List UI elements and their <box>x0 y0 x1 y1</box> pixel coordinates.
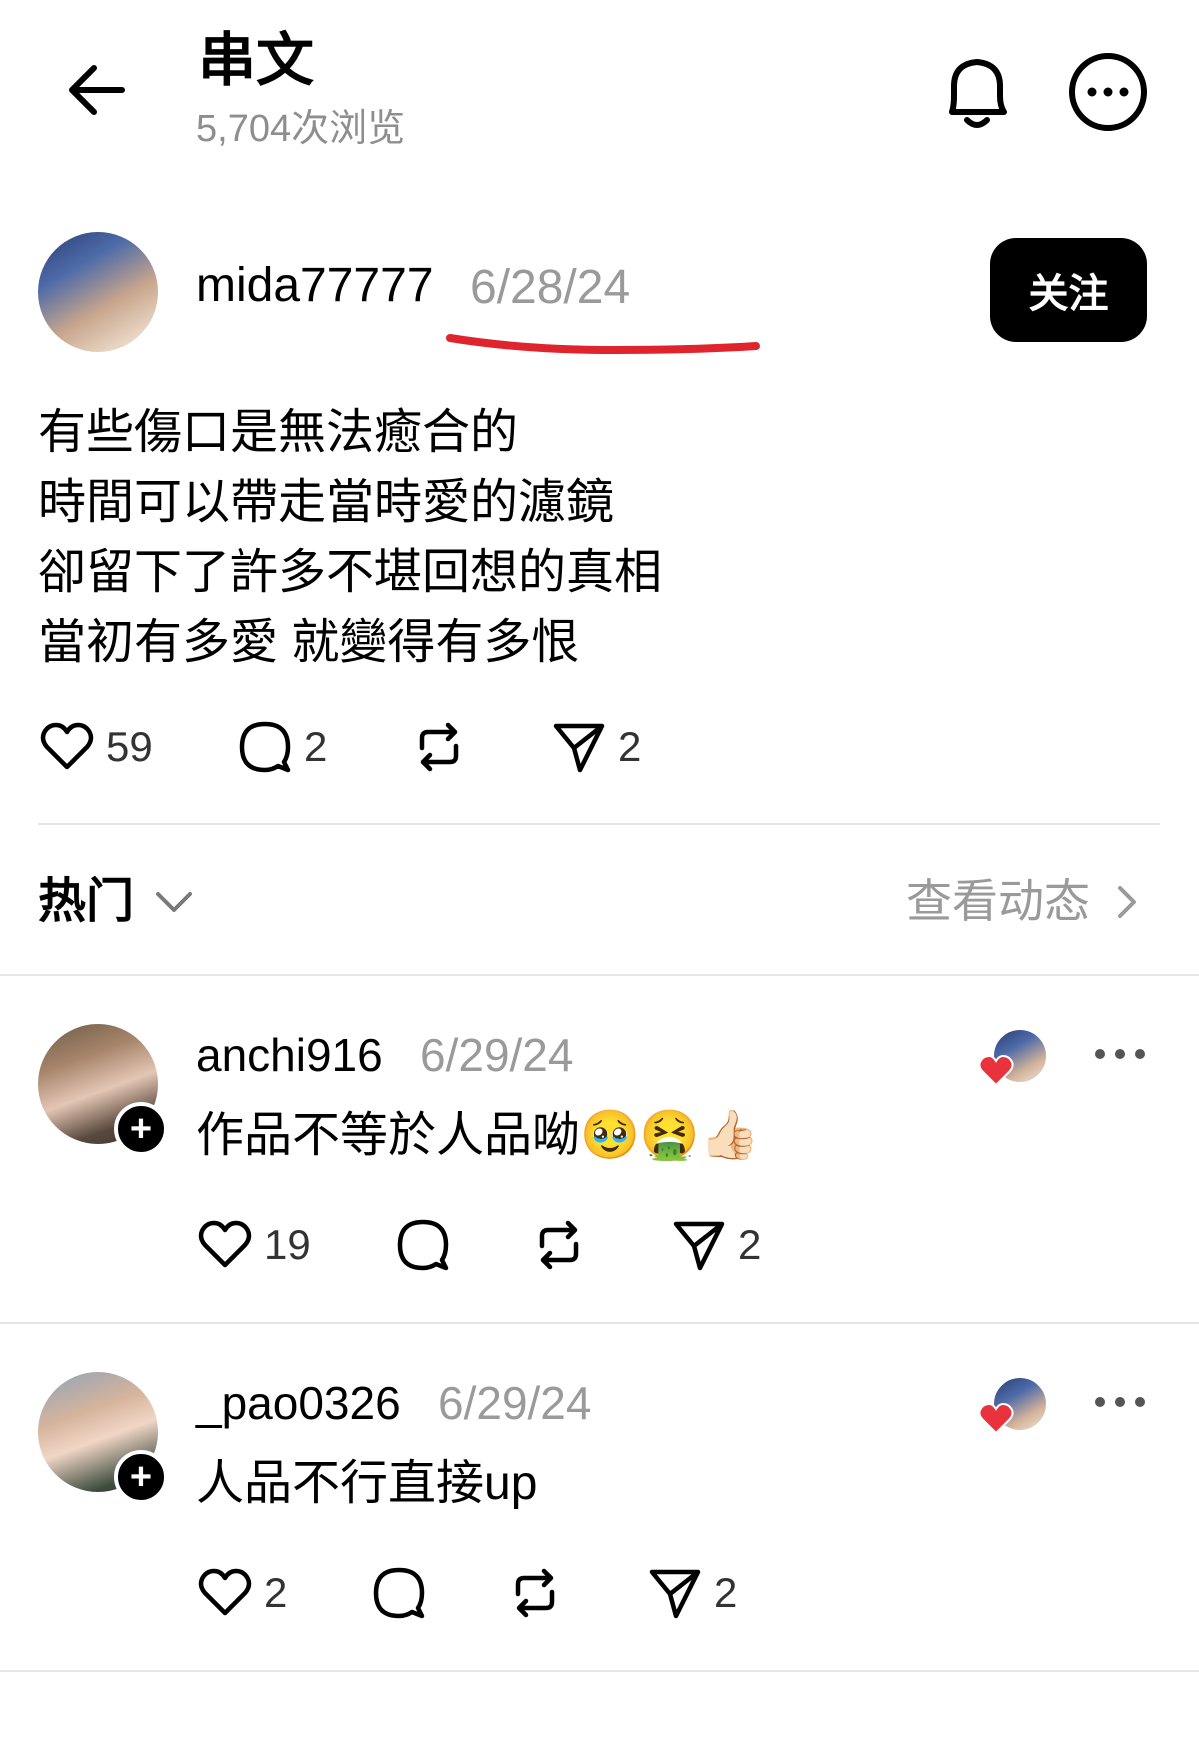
divider <box>0 1670 1199 1672</box>
follow-plus-icon[interactable]: + <box>114 1102 168 1156</box>
comment-text: 作品不等於人品呦🥹🤮👍🏻 <box>196 1109 760 1162</box>
post-line: 時間可以帶走當時愛的濾鏡 <box>38 476 615 529</box>
repost-button[interactable] <box>412 720 466 774</box>
comment-share-count: 2 <box>714 1569 738 1616</box>
author-liked-indicator <box>978 1028 1048 1092</box>
divider <box>0 1322 1199 1324</box>
post-line: 卻留下了許多不堪回想的真相 <box>38 546 663 599</box>
view-count: 5,704次浏览 <box>196 108 406 150</box>
send-icon <box>552 720 606 774</box>
post-line: 當初有多愛 就變得有多恨 <box>38 616 580 669</box>
heart-icon <box>198 1566 252 1620</box>
comment-like-count: 2 <box>264 1569 288 1616</box>
chevron-down-icon[interactable] <box>152 884 196 920</box>
comment-date: 6/29/24 <box>420 1029 574 1081</box>
repost-icon <box>508 1566 562 1620</box>
comment-count: 2 <box>304 723 328 770</box>
comment-share-button[interactable]: 2 <box>648 1566 737 1620</box>
divider <box>0 974 1199 976</box>
comment-username[interactable]: _pao0326 <box>196 1380 401 1426</box>
follow-plus-icon[interactable]: + <box>114 1450 168 1504</box>
post-text: 有些傷口是無法癒合的 時間可以帶走當時愛的濾鏡 卻留下了許多不堪回想的真相 當初… <box>38 398 662 678</box>
comment-like-count: 19 <box>264 1221 311 1268</box>
comment-like-button[interactable]: 19 <box>198 1218 311 1272</box>
repost-icon <box>412 720 466 774</box>
post-date: 6/28/24 <box>470 261 631 314</box>
like-count: 59 <box>106 723 153 770</box>
like-button[interactable]: 59 <box>40 720 153 774</box>
comment-share-button[interactable]: 2 <box>672 1218 761 1272</box>
back-arrow-icon[interactable] <box>64 58 128 122</box>
comment-bubble-icon <box>238 720 292 774</box>
heart-icon <box>40 720 94 774</box>
follow-button[interactable]: 关注 <box>990 238 1147 342</box>
post-line: 有些傷口是無法癒合的 <box>38 406 519 459</box>
comment-date: 6/29/24 <box>438 1377 592 1429</box>
comment-reply-button[interactable] <box>396 1218 450 1272</box>
author-liked-indicator <box>978 1376 1048 1440</box>
red-heart-icon <box>978 1054 1014 1092</box>
bell-icon[interactable] <box>938 52 1016 134</box>
comment-text: 人品不行直接up <box>196 1457 538 1510</box>
view-activity-link[interactable]: 查看动态 <box>906 878 1090 924</box>
sort-dropdown-label[interactable]: 热门 <box>38 878 134 926</box>
heart-icon <box>198 1218 252 1272</box>
author-avatar[interactable] <box>38 232 158 352</box>
comment-reply-button[interactable] <box>372 1566 426 1620</box>
comment-repost-button[interactable] <box>532 1218 586 1272</box>
send-icon <box>672 1218 726 1272</box>
more-options-icon[interactable] <box>1068 52 1148 132</box>
comment-button[interactable]: 2 <box>238 720 327 774</box>
red-heart-icon <box>978 1402 1014 1440</box>
comment-share-count: 2 <box>738 1221 762 1268</box>
comment-like-button[interactable]: 2 <box>198 1566 287 1620</box>
share-count: 2 <box>618 723 642 770</box>
comment-username[interactable]: anchi916 <box>196 1032 383 1078</box>
chevron-right-icon[interactable] <box>1114 882 1140 922</box>
send-icon <box>648 1566 702 1620</box>
share-button[interactable]: 2 <box>552 720 641 774</box>
author-username[interactable]: mida77777 <box>196 262 434 310</box>
divider <box>38 823 1160 825</box>
red-underline-annotation <box>444 320 764 365</box>
comment-more-icon[interactable] <box>1090 1392 1150 1412</box>
repost-icon <box>532 1218 586 1272</box>
page-title: 串文 <box>198 28 315 93</box>
comment-repost-button[interactable] <box>508 1566 562 1620</box>
comment-bubble-icon <box>396 1218 450 1272</box>
comment-more-icon[interactable] <box>1090 1044 1150 1064</box>
comment-bubble-icon <box>372 1566 426 1620</box>
